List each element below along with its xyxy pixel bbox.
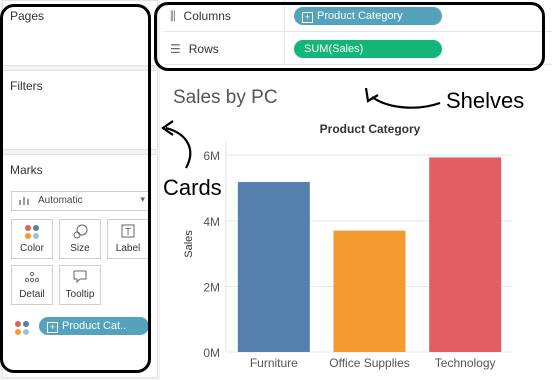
y-tick-label: 2M	[203, 280, 220, 294]
x-category-label: Technology	[435, 356, 496, 370]
bar-technology[interactable]	[429, 157, 502, 352]
chart-title: Sales by PC	[173, 87, 278, 108]
bar-office-supplies[interactable]	[333, 230, 406, 352]
y-tick-label: 0M	[203, 346, 220, 360]
y-tick-label: 6M	[203, 149, 220, 163]
x-category-label: Furniture	[250, 356, 298, 370]
x-axis-title: Product Category	[320, 122, 421, 136]
y-tick-label: 4M	[203, 215, 220, 229]
cards-annotation: Cards	[163, 175, 222, 200]
x-category-label: Office Supplies	[329, 356, 410, 370]
chart-view: Sales by PC Product Category Sales 0M 2M 4…	[162, 76, 555, 380]
y-axis-title: Sales	[183, 230, 195, 258]
bar-chart: Sales by PC Product Category Sales 0M 2M 4…	[173, 87, 513, 370]
shelves-highlight	[154, 2, 545, 71]
bar-furniture[interactable]	[237, 182, 310, 352]
shelves-annotation: Shelves	[446, 88, 525, 113]
cards-highlight	[0, 4, 151, 373]
